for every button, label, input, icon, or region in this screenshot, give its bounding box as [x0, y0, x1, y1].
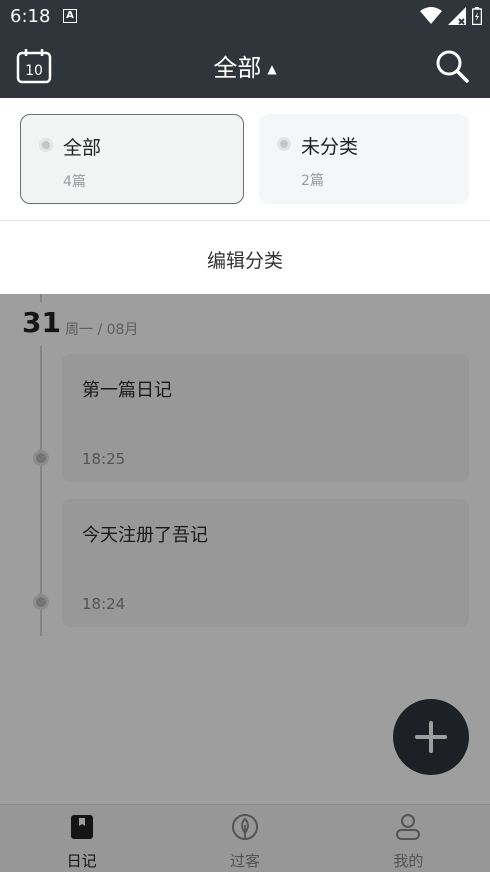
header-title: 全部: [213, 54, 262, 82]
category-panel: 全部 4篇 未分类 2篇 编辑分类: [0, 98, 490, 294]
notification-a-icon: A: [63, 9, 77, 23]
category-dot: [39, 138, 53, 152]
wifi-icon: [420, 7, 442, 24]
category-name: 未分类: [301, 136, 359, 158]
edit-category-button[interactable]: 编辑分类: [0, 246, 490, 273]
category-dot: [277, 137, 291, 151]
status-time: 6:18: [10, 6, 51, 27]
category-count: 2篇: [301, 173, 324, 189]
search-icon[interactable]: [434, 48, 470, 84]
status-icons: [420, 7, 482, 25]
category-card-all[interactable]: 全部 4篇: [20, 114, 244, 204]
app-header: 10 全部 ▲: [0, 34, 490, 98]
category-name: 全部: [63, 137, 102, 159]
category-dropdown[interactable]: 全部 ▲: [0, 48, 490, 83]
dim-overlay[interactable]: [0, 294, 490, 872]
category-card-uncategorized[interactable]: 未分类 2篇: [259, 114, 469, 204]
divider: [0, 220, 490, 221]
caret-up-icon: ▲: [267, 62, 277, 76]
status-bar: 6:18 A: [0, 0, 490, 34]
signal-icon: [448, 7, 466, 25]
battery-icon: [472, 7, 482, 25]
category-count: 4篇: [63, 174, 86, 190]
